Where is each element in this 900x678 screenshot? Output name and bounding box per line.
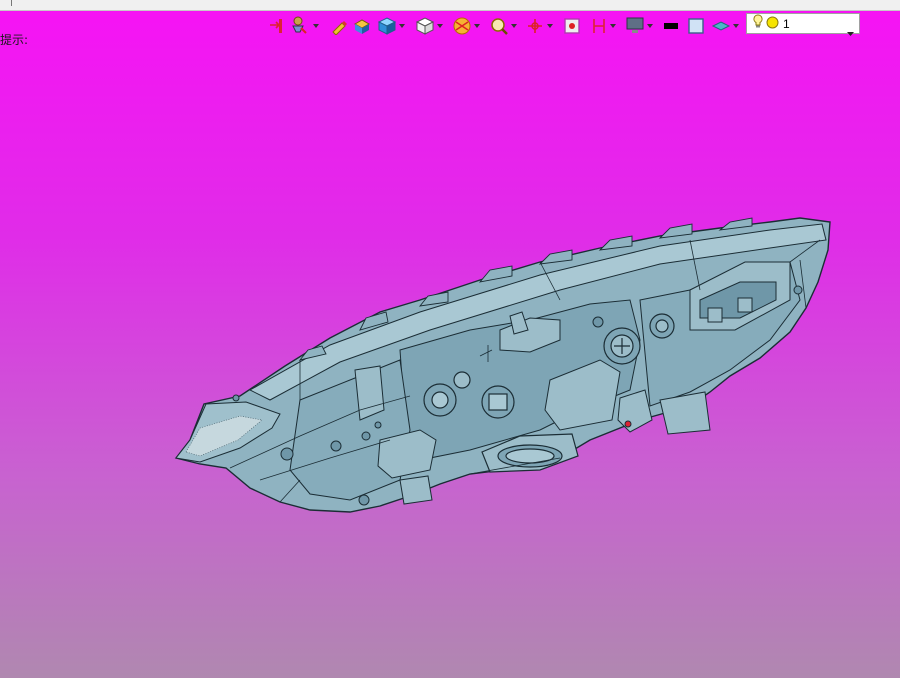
- headlamp-housing-model[interactable]: [0, 0, 900, 678]
